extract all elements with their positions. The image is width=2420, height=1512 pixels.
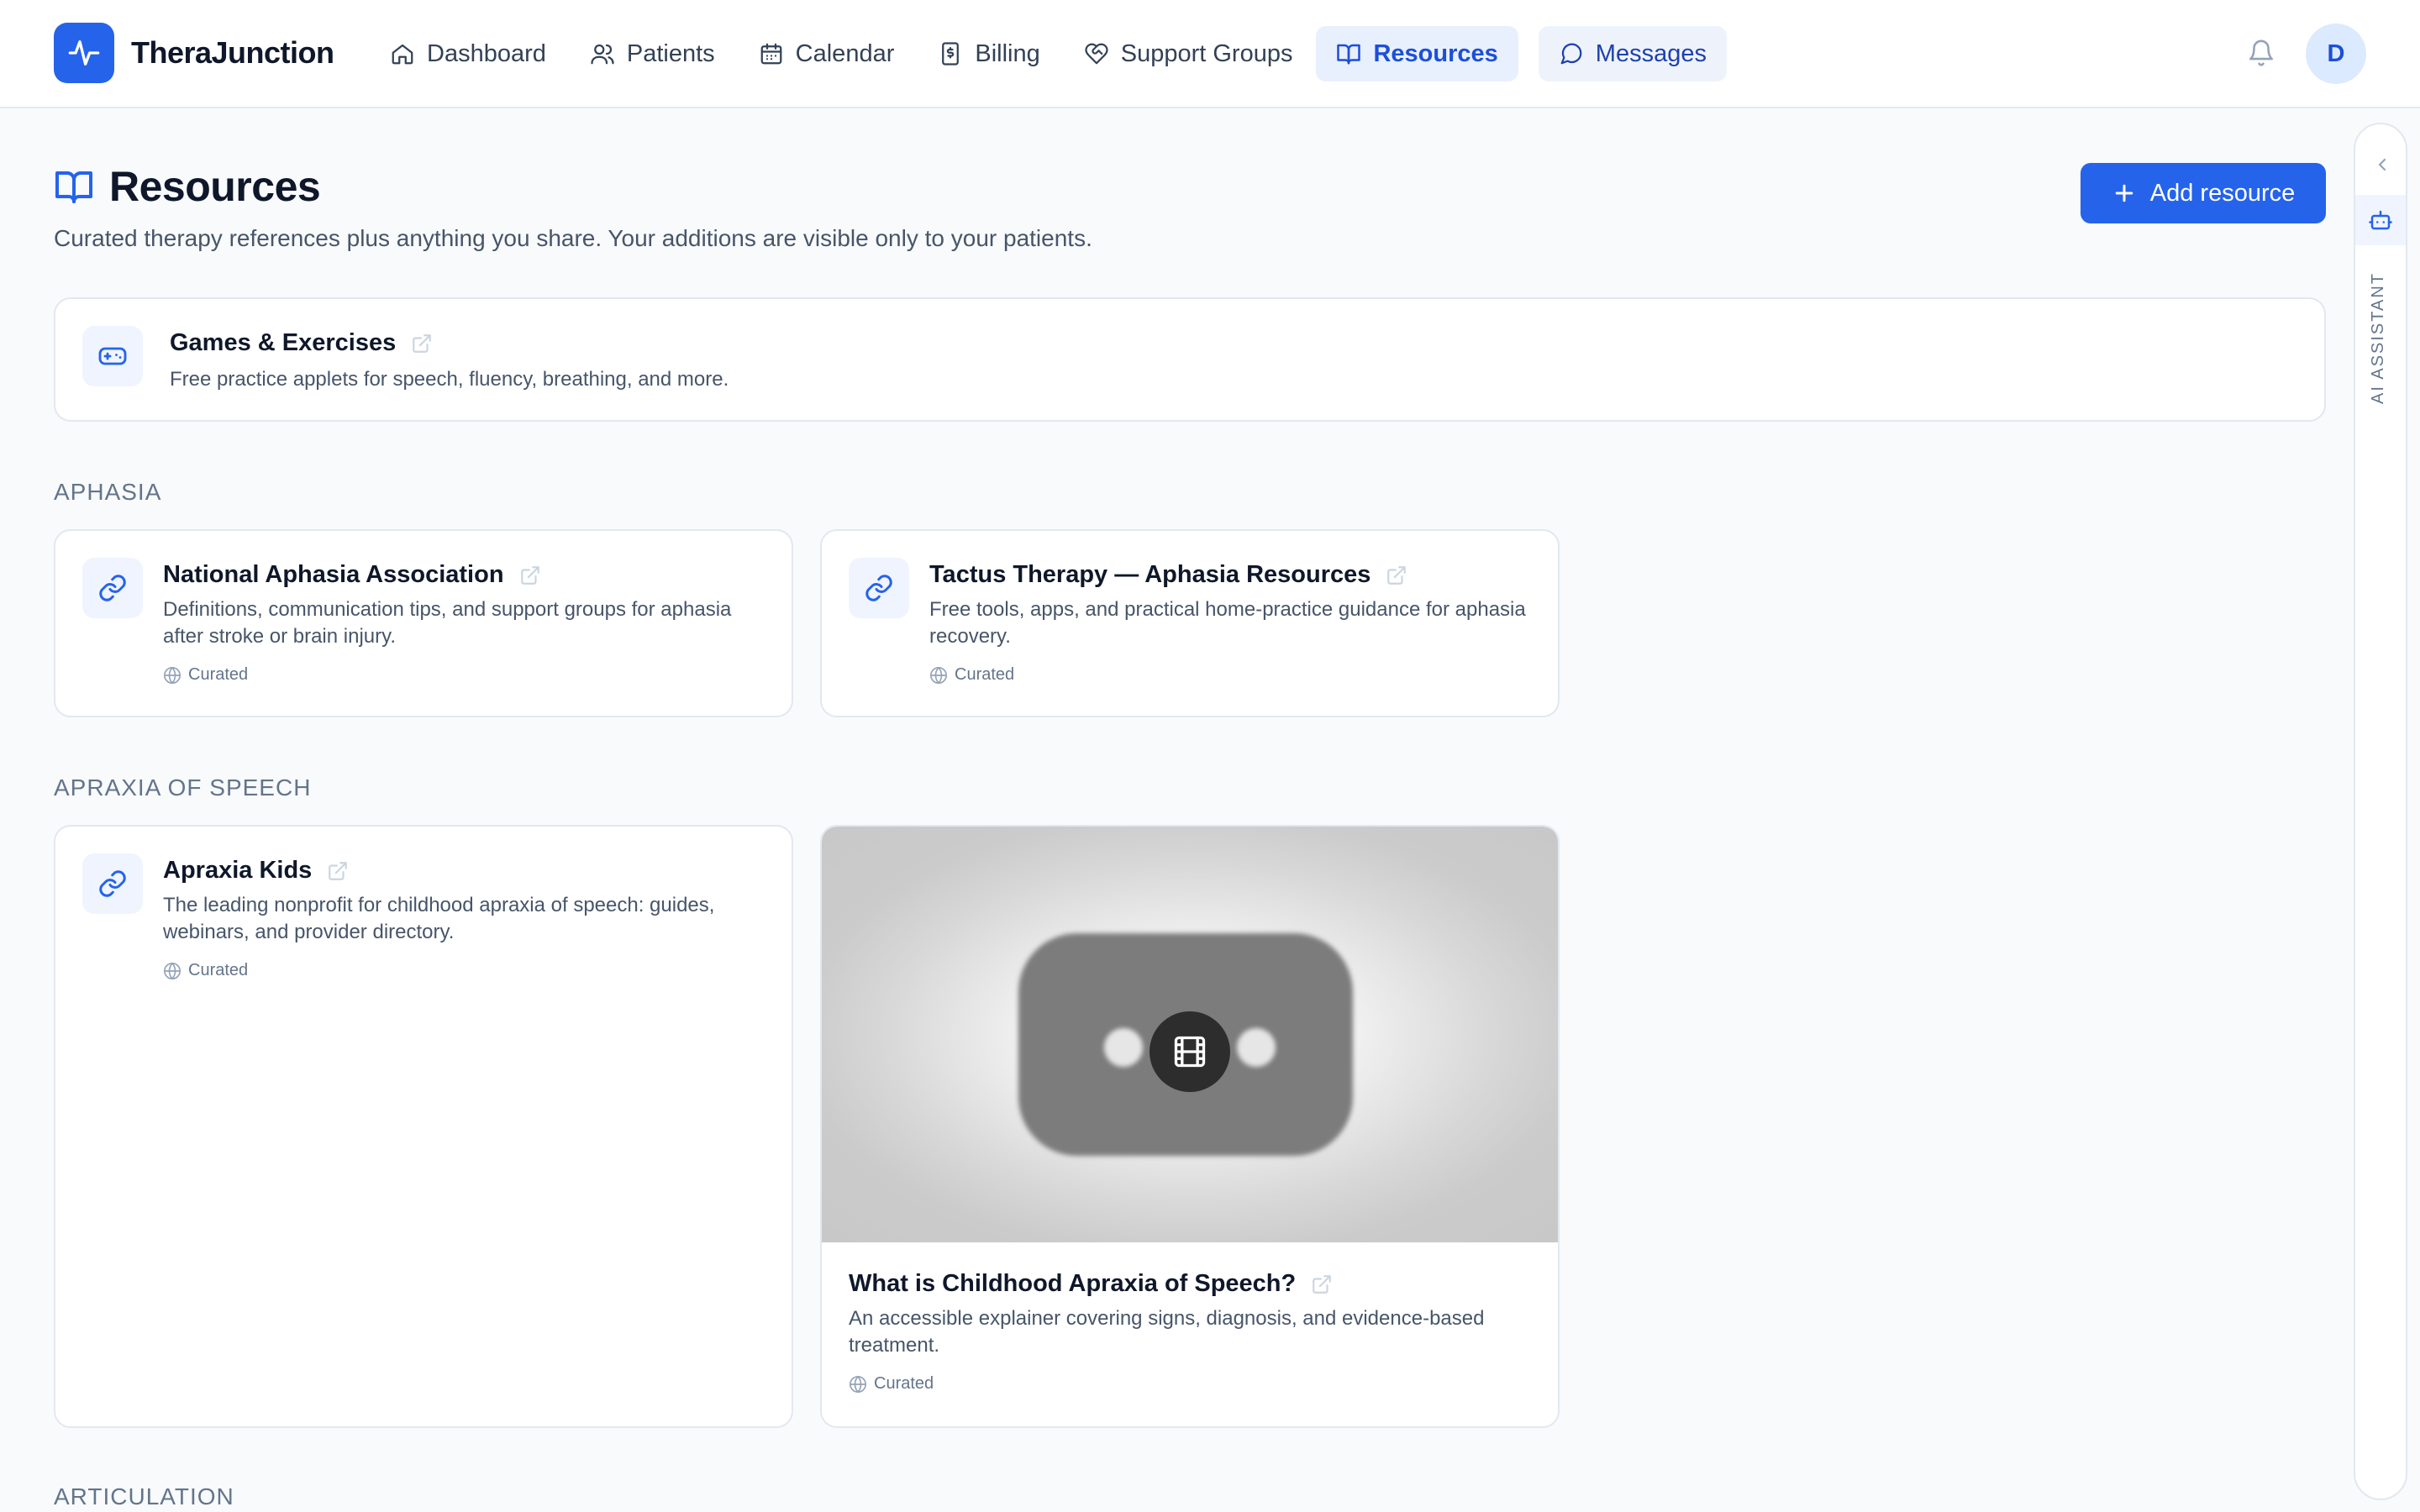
film-icon[interactable] [1150, 1011, 1230, 1092]
heart-handshake-icon [1084, 41, 1109, 66]
curated-tag: Curated [849, 1374, 934, 1394]
resource-title-text: Apraxia Kids [163, 857, 313, 884]
featured-description: Free practice applets for speech, fluenc… [170, 368, 729, 391]
nav-label: Calendar [795, 39, 895, 67]
link-icon [82, 853, 143, 914]
receipt-icon [938, 41, 963, 66]
app-name: TheraJunction [131, 35, 334, 70]
video-thumbnail[interactable] [822, 827, 1558, 1242]
nav-label: Support Groups [1120, 39, 1293, 67]
ai-assistant-rail[interactable]: AI ASSISTANT [2354, 123, 2407, 1500]
nav-item-patients[interactable]: Patients [570, 26, 735, 81]
nav-item-messages[interactable]: Messages [1538, 26, 1727, 81]
resource-title-text: What is Childhood Apraxia of Speech? [849, 1270, 1297, 1297]
page-title: Resources [54, 162, 321, 211]
gamepad-icon [82, 326, 143, 386]
page-subtitle: Curated therapy references plus anything… [54, 225, 1092, 251]
external-link-icon[interactable] [1386, 564, 1407, 586]
link-icon [849, 558, 909, 618]
activity-logo-icon [54, 23, 114, 83]
resource-description: An accessible explainer covering signs, … [849, 1307, 1485, 1357]
globe-icon [163, 666, 182, 685]
resource-description: Free tools, apps, and practical home-pra… [929, 598, 1526, 648]
resource-title[interactable]: What is Childhood Apraxia of Speech? [849, 1270, 1333, 1298]
chevron-left-icon[interactable] [2372, 155, 2392, 175]
external-link-icon[interactable] [411, 333, 433, 354]
nav-item-billing[interactable]: Billing [918, 26, 1060, 81]
tag-text: Curated [188, 665, 249, 684]
section-label-articulation: ARTICULATION [54, 1483, 234, 1509]
nav-label: Dashboard [427, 39, 546, 67]
book-open-icon [54, 166, 94, 207]
section-label-aphasia: APHASIA [54, 479, 162, 505]
tag-text: Curated [188, 961, 249, 979]
resource-title-text: National Aphasia Association [163, 561, 504, 588]
nav-item-resources[interactable]: Resources [1316, 26, 1518, 81]
globe-icon [849, 1375, 867, 1394]
tag-text: Curated [874, 1374, 934, 1393]
resource-card[interactable]: National Aphasia Association Definitions… [54, 529, 793, 717]
message-circle-icon [1559, 41, 1584, 66]
avatar[interactable]: D [2306, 24, 2366, 84]
resource-description: Definitions, communication tips, and sup… [163, 598, 732, 648]
external-link-icon[interactable] [519, 564, 541, 586]
plus-icon [2112, 181, 2137, 206]
resource-title[interactable]: Apraxia Kids [163, 857, 349, 885]
calendar-icon [759, 41, 784, 66]
book-open-icon [1336, 41, 1361, 66]
thumbnail-dot [1104, 1028, 1143, 1067]
featured-title-text: Games & Exercises [170, 329, 397, 356]
nav-label: Billing [975, 39, 1040, 67]
home-icon [390, 41, 415, 66]
tag-text: Curated [955, 665, 1015, 684]
globe-icon [929, 666, 948, 685]
brand[interactable]: TheraJunction [54, 23, 334, 83]
add-resource-button[interactable]: Add resource [2081, 163, 2326, 223]
globe-icon [163, 962, 182, 980]
bell-icon[interactable] [2247, 39, 2275, 67]
curated-tag: Curated [163, 665, 248, 685]
featured-resource-card[interactable]: Games & Exercises Free practice applets … [54, 297, 2326, 422]
link-icon [82, 558, 143, 618]
top-navigation-bar: TheraJunction Dashboard Patients Calenda… [0, 0, 2420, 108]
nav-label: Resources [1373, 39, 1498, 67]
bot-icon[interactable] [2355, 195, 2406, 245]
resource-card[interactable]: Apraxia Kids The leading nonprofit for c… [54, 825, 793, 1428]
page-heading: Resources [109, 163, 321, 210]
featured-title[interactable]: Games & Exercises [170, 329, 433, 357]
ai-assistant-label: AI ASSISTANT [2369, 272, 2387, 404]
resource-title[interactable]: National Aphasia Association [163, 561, 541, 589]
add-resource-label: Add resource [2149, 179, 2296, 207]
external-link-icon[interactable] [327, 860, 349, 882]
resource-card[interactable]: Tactus Therapy — Aphasia Resources Free … [820, 529, 1560, 717]
resource-title[interactable]: Tactus Therapy — Aphasia Resources [929, 561, 1407, 589]
resource-title-text: Tactus Therapy — Aphasia Resources [929, 561, 1371, 588]
nav-label: Messages [1595, 39, 1707, 67]
curated-tag: Curated [163, 961, 248, 980]
curated-tag: Curated [929, 665, 1014, 685]
nav-item-dashboard[interactable]: Dashboard [370, 26, 566, 81]
main-nav: Dashboard Patients Calendar Billing Supp… [370, 26, 1730, 81]
nav-label: Patients [626, 39, 715, 67]
video-resource-card[interactable]: What is Childhood Apraxia of Speech? An … [820, 825, 1560, 1428]
external-link-icon[interactable] [1311, 1273, 1333, 1295]
users-icon [590, 41, 615, 66]
thumbnail-dot [1237, 1028, 1276, 1067]
nav-item-calendar[interactable]: Calendar [739, 26, 915, 81]
section-label-apraxia: APRAXIA OF SPEECH [54, 774, 312, 801]
resource-description: The leading nonprofit for childhood apra… [163, 894, 715, 943]
nav-item-support-groups[interactable]: Support Groups [1064, 26, 1313, 81]
